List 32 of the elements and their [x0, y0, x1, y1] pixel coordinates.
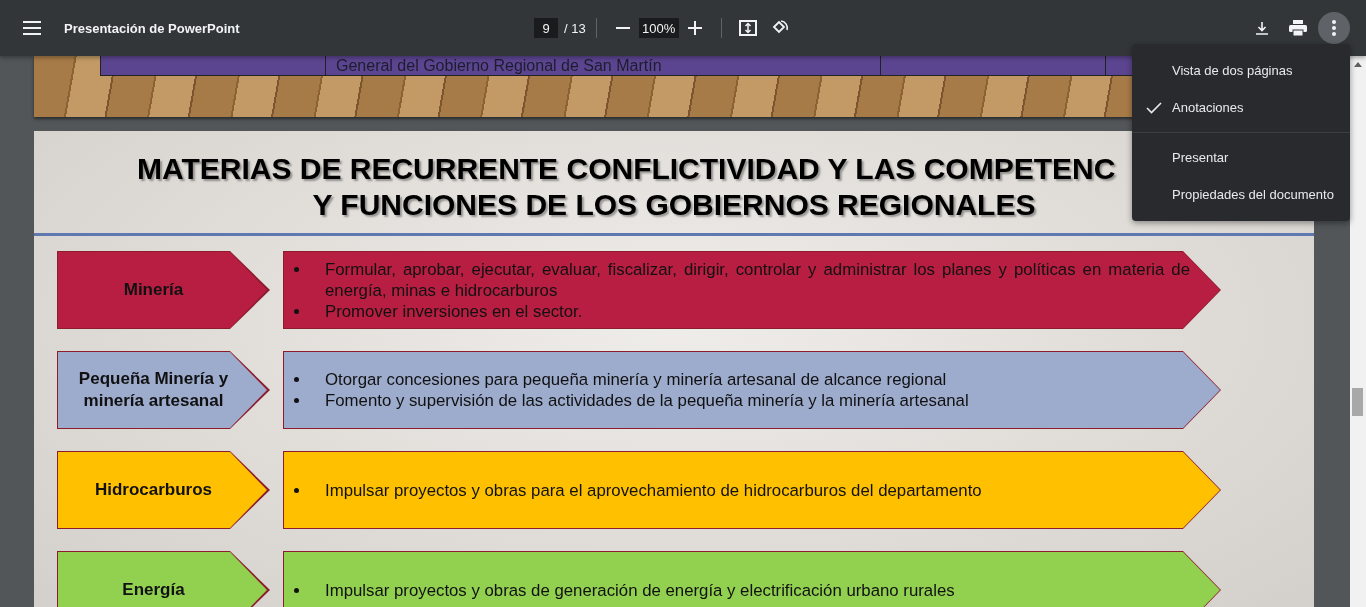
menu-item[interactable]: Anotaciones	[1132, 89, 1350, 126]
more-options-icon[interactable]	[1318, 12, 1350, 44]
bullet-icon	[294, 398, 299, 403]
bullet-text: Otorgar concesiones para pequeña minería y minería artesanal de alcance regional	[325, 369, 948, 390]
bullet-icon	[294, 308, 299, 314]
bullet-icon	[294, 587, 299, 593]
bullet-icon	[294, 487, 299, 493]
bullet-icon	[294, 377, 299, 382]
category-label: Pequeña Minería y minería artesanal	[57, 351, 270, 429]
category-label: Minería	[57, 251, 270, 329]
bullet-text: Promover inversiones en el sector.	[325, 300, 584, 322]
bullet-text: Impulsar proyectos y obras para el aprovechamiento de hidrocarburos del departamento	[325, 479, 983, 501]
menu-item[interactable]: Propiedades del documento	[1132, 176, 1350, 213]
category-label: Energía	[57, 551, 270, 607]
zoom-field[interactable]: 100%	[638, 18, 679, 38]
bullet-icon	[294, 266, 299, 272]
scrollbar-thumb[interactable]	[1352, 388, 1363, 416]
page-number-field[interactable]: 9	[534, 18, 558, 38]
scrollbar-track[interactable]	[1350, 56, 1366, 607]
bullet-text: Fomento y supervisión de las actividades de la pequeña minería y la minería artesanal	[325, 390, 970, 411]
slide-title: MATERIAS DE RECURRENTE CONFLICTIVIDAD Y LAS COMPETENC	[137, 151, 1116, 187]
menu-item[interactable]: Presentar	[1132, 139, 1350, 176]
page-total: / 13	[564, 20, 586, 36]
scroll-up-icon[interactable]	[1354, 62, 1362, 67]
slide-title: Y FUNCIONES DE LOS GOBIERNOS REGIONALES	[312, 187, 1036, 223]
menu-item[interactable]: Vista de dos páginas	[1132, 52, 1350, 89]
category-label: Hidrocarburos	[57, 451, 270, 529]
bullet-text: Formular, aprobar, ejecutar, evaluar, fiscalizar, dirigir, controlar y administrar los planes y políticas en materia de energía, minas e hidrocarburos	[325, 258, 1190, 301]
checkmark-icon	[1146, 101, 1162, 114]
table-cell: General del Gobierno Regional de San Martín	[326, 56, 881, 75]
bullet-text: Impulsar proyectos y obras de generación de energía y electrificación urbano rurales	[325, 579, 956, 601]
document-title: Presentación de PowerPoint	[64, 20, 241, 36]
